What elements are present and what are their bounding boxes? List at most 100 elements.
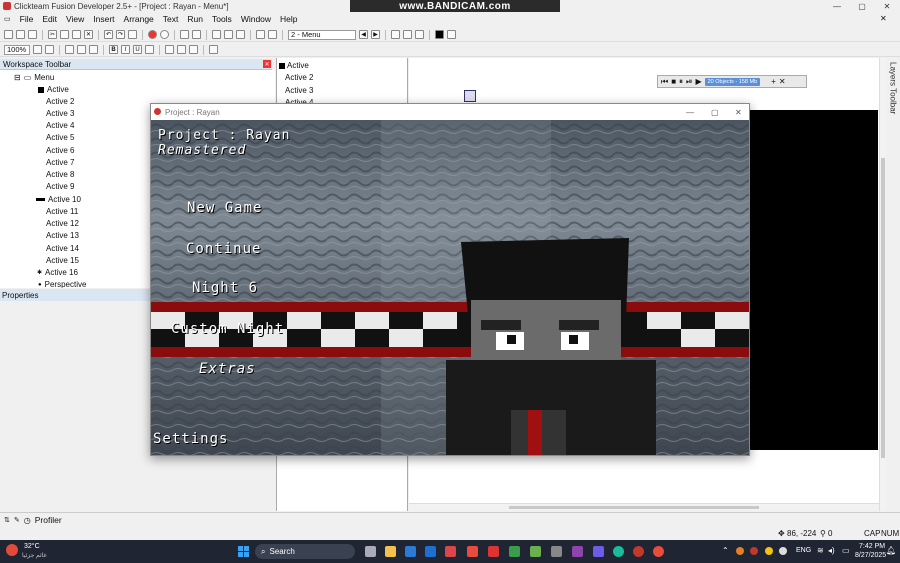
app-icon[interactable] <box>530 546 541 557</box>
list-item[interactable]: Active 2 <box>285 73 313 82</box>
scroll-thumb[interactable] <box>881 158 885 458</box>
object-icon[interactable] <box>464 90 476 102</box>
chevron-up-icon[interactable]: ⌃ <box>722 546 729 555</box>
maximize-button[interactable]: ▢ <box>711 108 719 117</box>
night-6-button[interactable]: Night 6 <box>192 280 258 296</box>
redo-icon[interactable]: ↷ <box>116 30 125 39</box>
menu-insert[interactable]: Insert <box>93 14 114 24</box>
record-icon[interactable] <box>160 30 169 39</box>
tray-icon[interactable] <box>736 547 744 555</box>
event-list-icon[interactable] <box>224 30 233 39</box>
battery-icon[interactable]: ▭ <box>842 546 850 555</box>
play-icon[interactable]: ▶ <box>695 77 701 86</box>
frame-area[interactable] <box>750 110 878 450</box>
tool-icon[interactable]: ✎ <box>14 516 20 524</box>
tree-item[interactable]: Active 8 <box>46 170 74 179</box>
app-icon[interactable] <box>551 546 562 557</box>
mdi-close-icon[interactable]: ✕ <box>880 14 887 23</box>
list-item[interactable]: Active 3 <box>285 86 313 95</box>
layers-icon[interactable] <box>268 30 277 39</box>
fill-icon[interactable] <box>145 45 154 54</box>
run-app-icon[interactable] <box>391 30 400 39</box>
red-app-icon[interactable] <box>467 546 478 557</box>
edge-icon[interactable] <box>613 546 624 557</box>
tree-item[interactable]: Active 14 <box>46 244 79 253</box>
menu-view[interactable]: View <box>66 14 84 24</box>
settings-button[interactable]: Settings <box>153 431 228 447</box>
hand-icon[interactable] <box>33 45 42 54</box>
zoom-icon[interactable] <box>45 45 54 54</box>
menu-tools[interactable]: Tools <box>212 14 232 24</box>
settings-icon[interactable] <box>447 30 456 39</box>
tree-item[interactable]: ✱ Active 16 <box>37 268 78 277</box>
color-black-icon[interactable] <box>435 30 444 39</box>
menu-run[interactable]: Run <box>187 14 203 24</box>
mdi-icon[interactable]: ▭ <box>4 15 11 23</box>
vertical-scrollbar[interactable] <box>879 58 886 511</box>
align-left-icon[interactable] <box>165 45 174 54</box>
zoom-select[interactable]: 100% <box>4 44 30 55</box>
tree-root-menu[interactable]: ⊟ ▭ Menu <box>14 73 54 82</box>
add-icon[interactable]: + <box>771 77 776 86</box>
app-icon[interactable] <box>509 546 520 557</box>
clickteam-icon[interactable] <box>653 546 664 557</box>
distribute-icon[interactable] <box>77 45 86 54</box>
task-view-icon[interactable] <box>365 546 376 557</box>
rewind-icon[interactable]: ⏮ <box>661 77 668 87</box>
horizontal-scrollbar[interactable] <box>409 503 879 511</box>
tree-item[interactable]: Active 6 <box>46 146 74 155</box>
open-icon[interactable] <box>16 30 25 39</box>
minimize-button[interactable]: — <box>825 0 849 12</box>
wifi-icon[interactable]: ≋ <box>817 546 824 555</box>
profiler-icon[interactable]: ◷ <box>24 516 31 525</box>
scroll-thumb[interactable] <box>509 506 759 509</box>
save-icon[interactable] <box>28 30 37 39</box>
underline-icon[interactable]: U <box>133 45 142 54</box>
delete-icon[interactable]: ✕ <box>84 30 93 39</box>
tray-icon[interactable] <box>765 547 773 555</box>
menu-file[interactable]: File <box>20 14 34 24</box>
close-button[interactable]: ✕ <box>875 0 899 12</box>
build-icon[interactable] <box>415 30 424 39</box>
next-frame-icon[interactable]: ▶ <box>371 30 380 39</box>
minimize-button[interactable]: — <box>686 108 694 117</box>
tree-item[interactable]: ● Perspective <box>38 280 86 288</box>
tree-item[interactable]: Active 2 <box>46 97 74 106</box>
align-center-icon[interactable] <box>177 45 186 54</box>
volume-icon[interactable]: ◂) <box>828 546 835 555</box>
notifications-icon[interactable]: 🔔︎ <box>886 546 896 555</box>
copy-icon[interactable] <box>60 30 69 39</box>
run-frame-icon[interactable] <box>403 30 412 39</box>
outlook-icon[interactable] <box>425 546 436 557</box>
grid-icon[interactable] <box>256 30 265 39</box>
recorder-icon[interactable] <box>633 546 644 557</box>
app-icon[interactable] <box>593 546 604 557</box>
tree-item[interactable]: Active 7 <box>46 158 74 167</box>
tray-icon[interactable] <box>779 547 787 555</box>
close-button[interactable]: ✕ <box>735 108 742 117</box>
app-icon[interactable] <box>572 546 583 557</box>
new-icon[interactable] <box>4 30 13 39</box>
prev-frame-icon[interactable]: ◀ <box>359 30 368 39</box>
weather-icon[interactable] <box>6 544 18 556</box>
stop-icon[interactable]: ■ <box>671 77 676 86</box>
paste-icon[interactable] <box>72 30 81 39</box>
find-icon[interactable] <box>128 30 137 39</box>
step-icon[interactable]: ⏯ <box>686 77 692 87</box>
extras-button[interactable]: Extras <box>199 361 256 377</box>
menu-edit[interactable]: Edit <box>42 14 57 24</box>
tree-item[interactable]: Active 12 <box>46 219 79 228</box>
close-icon[interactable]: ✕ <box>779 77 786 86</box>
menu-help[interactable]: Help <box>280 14 297 24</box>
store-icon[interactable] <box>405 546 416 557</box>
bold-icon[interactable]: B <box>109 45 118 54</box>
menu-window[interactable]: Window <box>241 14 271 24</box>
event-editor-icon[interactable] <box>212 30 221 39</box>
group-icon[interactable] <box>89 45 98 54</box>
tree-item[interactable]: Active 9 <box>46 182 74 191</box>
tree-item[interactable]: Active 3 <box>46 109 74 118</box>
tree-item[interactable]: Active 10 <box>36 195 81 204</box>
app-icon[interactable] <box>488 546 499 557</box>
custom-night-button[interactable]: Custom Night <box>171 321 284 337</box>
frame-editor-icon[interactable] <box>192 30 201 39</box>
